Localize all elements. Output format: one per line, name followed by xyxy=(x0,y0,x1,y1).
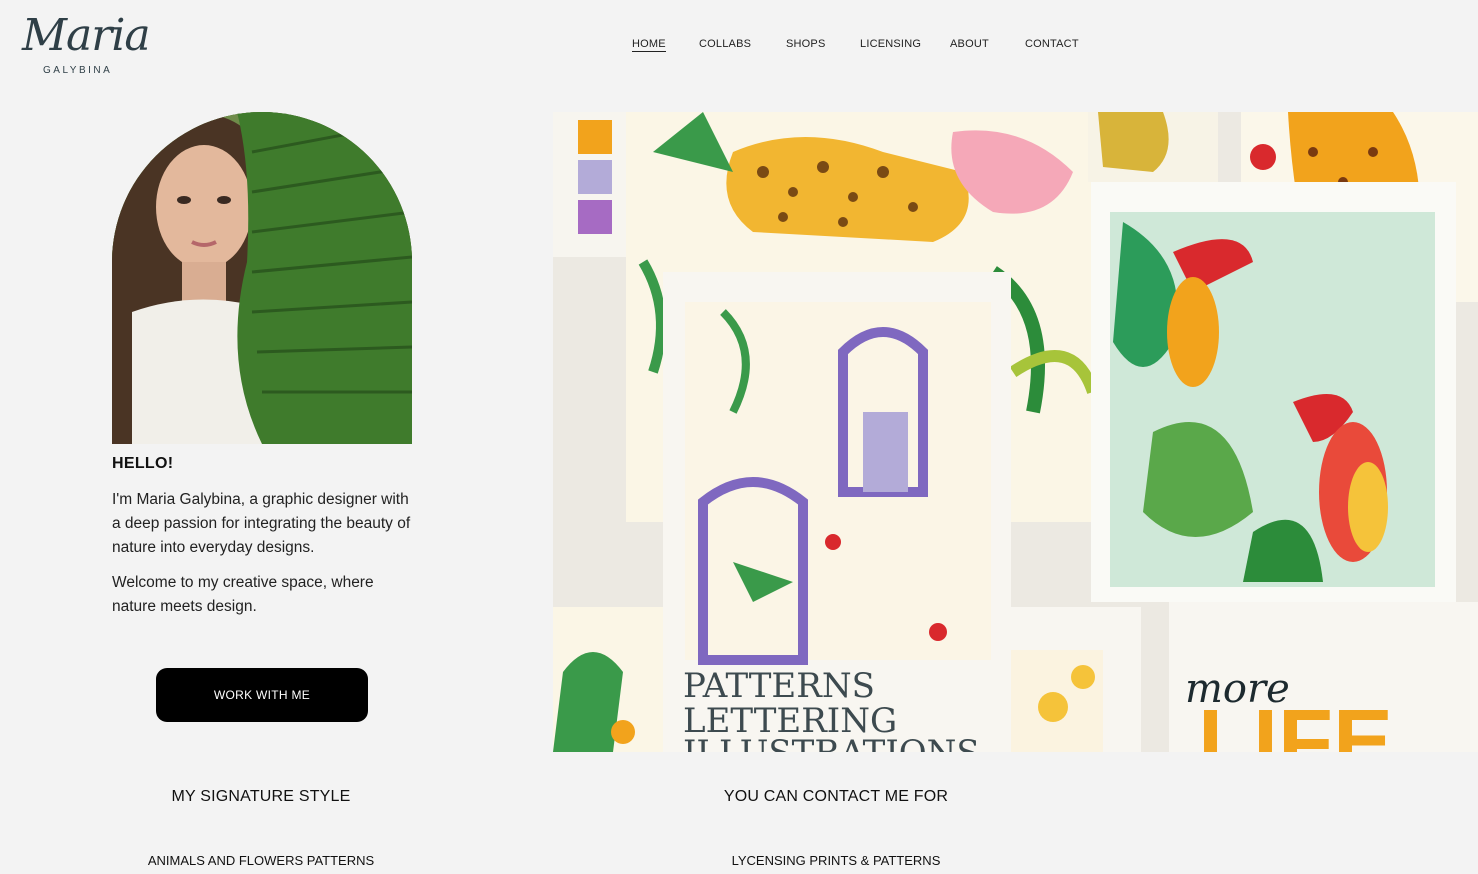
poster-line-1: PATTERNS xyxy=(683,666,875,706)
contact-for-heading: YOU CAN CONTACT ME FOR xyxy=(723,788,949,805)
signature-style-item: ANIMALS AND FLOWERS PATTERNS xyxy=(147,853,375,868)
poster-line-3: ILLUSTRATIONS xyxy=(683,733,980,752)
logo-subtitle: GALYBINA xyxy=(43,65,113,76)
nav-shops[interactable]: SHOPS xyxy=(786,38,826,50)
intro-paragraph-2: Welcome to my creative space, where natu… xyxy=(112,574,374,615)
intro-text: I'm Maria Galybina, a graphic designer w… xyxy=(112,488,412,630)
card-lettering-life: LIFE xyxy=(1198,692,1393,752)
portfolio-collage-image: PATTERNS LETTERING ILLUSTRATIONS more LI… xyxy=(553,112,1478,752)
nav-about[interactable]: ABOUT xyxy=(950,38,989,50)
nav-licensing[interactable]: LICENSING xyxy=(860,38,921,50)
nav-collabs[interactable]: COLLABS xyxy=(699,38,751,50)
contact-for-item: LYCENSING PRINTS & PATTERNS xyxy=(731,853,941,868)
intro-heading: HELLO! xyxy=(112,455,174,472)
portrait-photo xyxy=(112,112,412,444)
nav-home[interactable]: HOME xyxy=(632,38,666,52)
signature-style-heading: MY SIGNATURE STYLE xyxy=(171,788,351,805)
nav-contact[interactable]: CONTACT xyxy=(1025,38,1079,50)
intro-paragraph-1: I'm Maria Galybina, a graphic designer w… xyxy=(112,491,411,556)
logo-script: Maria xyxy=(22,10,151,61)
site-logo[interactable]: Maria GALYBINA xyxy=(22,10,151,78)
work-with-me-button[interactable]: WORK WITH ME xyxy=(156,668,368,722)
